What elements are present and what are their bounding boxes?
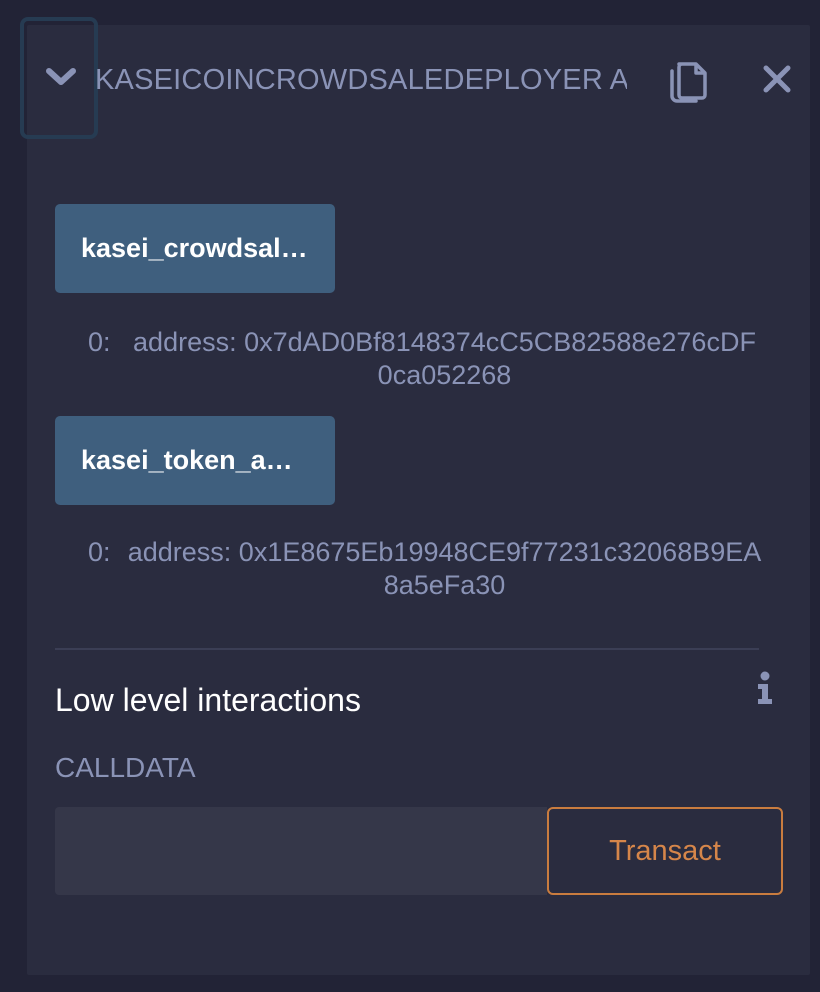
result-value: address: 0x1E8675Eb19948CE9f77231c32068B… bbox=[127, 537, 762, 600]
result-value: address: 0x7dAD0Bf8148374cC5CB82588e276c… bbox=[133, 327, 756, 390]
chevron-down-icon bbox=[46, 68, 76, 85]
contract-title: KASEICOINCROWDSALEDEPLOYER AT 0XD8B...33… bbox=[95, 64, 627, 96]
copy-icon[interactable] bbox=[664, 56, 710, 104]
result-index: 0: bbox=[88, 327, 111, 357]
function-label: kasei_token_address bbox=[81, 445, 309, 475]
kasei-token-address-button[interactable]: kasei_token_address bbox=[55, 416, 335, 505]
calldata-label: CALLDATA bbox=[55, 752, 196, 783]
close-icon[interactable] bbox=[762, 64, 792, 94]
low-level-interactions-title: Low level interactions bbox=[55, 682, 361, 718]
kasei-crowdsale-address-button[interactable]: kasei_crowdsale_address bbox=[55, 204, 335, 293]
transact-button[interactable]: Transact bbox=[547, 807, 783, 895]
calldata-input[interactable] bbox=[55, 807, 547, 895]
function-result: 0: address: 0x1E8675Eb19948CE9f77231c320… bbox=[88, 536, 763, 602]
section-divider bbox=[55, 648, 759, 650]
function-label: kasei_crowdsale_address bbox=[81, 233, 309, 263]
result-index: 0: bbox=[88, 537, 111, 567]
function-result: 0: address: 0x7dAD0Bf8148374cC5CB82588e2… bbox=[88, 326, 763, 392]
info-icon[interactable] bbox=[752, 670, 778, 706]
